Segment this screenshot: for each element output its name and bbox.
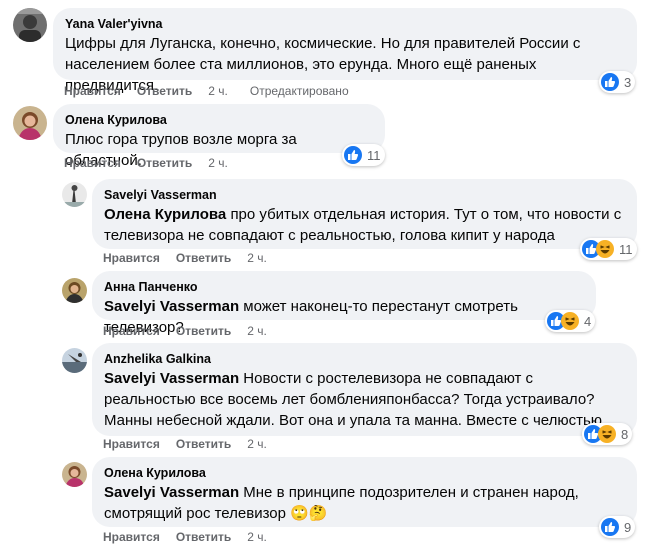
timestamp[interactable]: 2 ч. bbox=[208, 84, 228, 98]
comment-author[interactable]: Олена Курилова bbox=[65, 112, 373, 128]
reaction-count: 9 bbox=[624, 519, 632, 535]
reply-button[interactable]: Ответить bbox=[137, 84, 192, 98]
timestamp[interactable]: 2 ч. bbox=[247, 437, 267, 451]
like-button[interactable]: Нравится bbox=[103, 530, 160, 544]
haha-icon bbox=[596, 240, 614, 258]
avatar[interactable] bbox=[13, 8, 47, 42]
comment-actions: Нравится Ответить 2 ч. bbox=[103, 324, 289, 338]
comment-actions: Нравится Ответить 2 ч. bbox=[103, 530, 289, 544]
comment-text: Savelyi Vasserman Мне в принципе подозри… bbox=[104, 482, 625, 524]
reply-button[interactable]: Ответить bbox=[176, 530, 231, 544]
reaction-summary[interactable]: 11 bbox=[580, 238, 637, 260]
comment-author[interactable]: Анна Панченко bbox=[104, 279, 584, 295]
timestamp[interactable]: 2 ч. bbox=[247, 251, 267, 265]
comment-bubble: Анна Панченко Savelyi Vasserman может на… bbox=[92, 271, 596, 336]
comment-actions: Нравится Ответить 2 ч. Отредактировано bbox=[64, 84, 349, 98]
reaction-summary[interactable]: 4 bbox=[545, 310, 596, 332]
comment-author[interactable]: Олена Курилова bbox=[104, 465, 625, 481]
like-button[interactable]: Нравится bbox=[103, 324, 160, 338]
reaction-count: 4 bbox=[584, 313, 592, 329]
like-button[interactable]: Нравится bbox=[64, 84, 121, 98]
comment-actions: Нравится Ответить 2 ч. bbox=[103, 251, 289, 265]
comment-bubble: Anzhelika Galkina Savelyi Vasserman Ново… bbox=[92, 343, 637, 436]
reaction-count: 11 bbox=[619, 241, 633, 257]
timestamp[interactable]: 2 ч. bbox=[247, 324, 267, 338]
comment-bubble: Savelyi Vasserman Олена Курилова про уби… bbox=[92, 179, 637, 249]
reaction-count: 8 bbox=[621, 426, 629, 442]
reply-button[interactable]: Ответить bbox=[176, 251, 231, 265]
reaction-count: 3 bbox=[624, 74, 632, 90]
reaction-summary[interactable]: 9 bbox=[599, 516, 636, 538]
reaction-summary[interactable]: 8 bbox=[582, 423, 633, 445]
comment-bubble: Олена Курилова Savelyi Vasserman Мне в п… bbox=[92, 457, 637, 527]
comment-author[interactable]: Savelyi Vasserman bbox=[104, 187, 625, 203]
comment-actions: Нравится Ответить 2 ч. bbox=[103, 437, 289, 451]
comment-text: Олена Курилова про убитых отдельная исто… bbox=[104, 204, 625, 246]
avatar[interactable] bbox=[62, 278, 87, 303]
reaction-count: 11 bbox=[367, 147, 381, 163]
mention-link[interactable]: Олена Курилова bbox=[104, 206, 226, 223]
like-icon bbox=[344, 146, 362, 164]
haha-icon bbox=[598, 425, 616, 443]
reaction-summary[interactable]: 3 bbox=[599, 71, 636, 93]
reply-button[interactable]: Ответить bbox=[176, 437, 231, 451]
avatar[interactable] bbox=[62, 348, 87, 373]
comment-text: Savelyi Vasserman Новости с ростелевизор… bbox=[104, 368, 625, 431]
comment-bubble: Олена Курилова Плюс гора трупов возле мо… bbox=[53, 104, 385, 169]
timestamp[interactable]: 2 ч. bbox=[208, 156, 228, 170]
rolling-eyes-emoji: 🙄 bbox=[290, 505, 309, 522]
reply-button[interactable]: Ответить bbox=[176, 324, 231, 338]
reaction-summary[interactable]: 11 bbox=[342, 144, 385, 166]
thinking-emoji: 🤔 bbox=[308, 505, 328, 522]
comment-author[interactable]: Anzhelika Galkina bbox=[104, 351, 625, 367]
reply-button[interactable]: Ответить bbox=[137, 156, 192, 170]
mention-link[interactable]: Savelyi Vasserman bbox=[104, 370, 239, 387]
haha-icon bbox=[561, 312, 579, 330]
avatar[interactable] bbox=[62, 182, 87, 207]
like-button[interactable]: Нравится bbox=[64, 156, 121, 170]
like-icon bbox=[601, 73, 619, 91]
edited-label: Отредактировано bbox=[249, 84, 349, 98]
like-icon bbox=[601, 518, 619, 536]
like-button[interactable]: Нравится bbox=[103, 251, 160, 265]
avatar[interactable] bbox=[62, 462, 87, 487]
timestamp[interactable]: 2 ч. bbox=[247, 530, 267, 544]
avatar[interactable] bbox=[13, 106, 47, 140]
mention-link[interactable]: Savelyi Vasserman bbox=[104, 484, 239, 501]
comment-author[interactable]: Yana Valer'yivna bbox=[65, 16, 625, 32]
comment-actions: Нравится Ответить 2 ч. bbox=[64, 156, 250, 170]
comment-bubble: Yana Valer'yivna Цифры для Луганска, кон… bbox=[53, 8, 637, 94]
like-button[interactable]: Нравится bbox=[103, 437, 160, 451]
mention-link[interactable]: Savelyi Vasserman bbox=[104, 298, 239, 315]
